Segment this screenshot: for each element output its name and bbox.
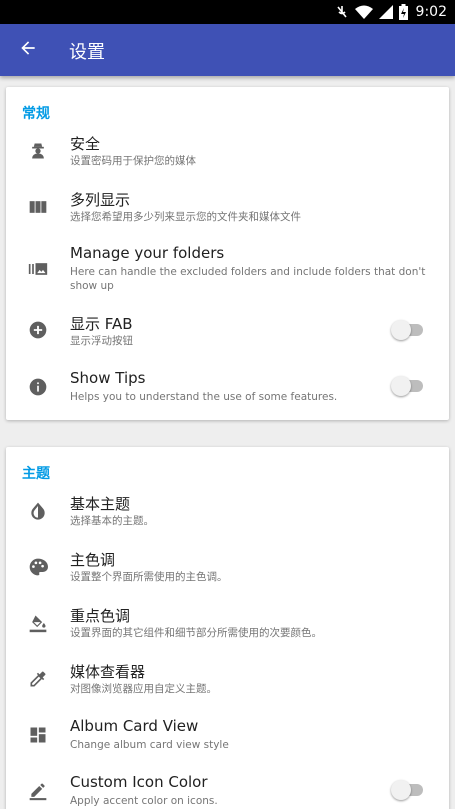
setting-title: 安全 xyxy=(70,135,101,153)
setting-title: Show Tips xyxy=(70,369,146,387)
wifi-icon xyxy=(354,5,373,19)
back-button[interactable] xyxy=(10,32,46,68)
setting-manage-folders[interactable]: Manage your folders Here can handle the … xyxy=(6,237,449,305)
setting-title: Manage your folders xyxy=(70,244,225,262)
setting-title: 显示 FAB xyxy=(70,315,133,333)
toggle-thumb xyxy=(391,320,411,340)
invert-colors-icon xyxy=(26,499,50,523)
setting-show-fab[interactable]: 显示 FAB 显示浮动按钮 xyxy=(6,305,449,361)
status-bar: 9:02 xyxy=(0,0,455,24)
setting-title: 重点色调 xyxy=(70,607,131,625)
setting-subtitle: 显示浮动按钮 xyxy=(70,335,133,347)
setting-title: 媒体查看器 xyxy=(70,663,146,681)
setting-security[interactable]: 安全 设置密码用于保护您的媒体 xyxy=(6,125,449,181)
setting-subtitle: Change album card view style xyxy=(70,739,229,751)
setting-multi-column[interactable]: 多列显示 选择您希望用多少列来显示您的文件夹和媒体文件 xyxy=(6,181,449,237)
setting-title: 主色调 xyxy=(70,551,116,569)
setting-title: Custom Icon Color xyxy=(70,773,208,791)
edit-pencil-icon xyxy=(26,779,50,803)
battery-icon xyxy=(398,4,408,20)
cell-signal-icon xyxy=(378,5,393,19)
toggle-thumb xyxy=(391,376,411,396)
palette-icon xyxy=(26,555,50,579)
setting-subtitle: Helps you to understand the use of some … xyxy=(70,391,338,403)
show-fab-toggle[interactable] xyxy=(391,320,427,340)
setting-subtitle: Apply accent color on icons. xyxy=(70,795,218,807)
setting-subtitle: 选择您希望用多少列来显示您的文件夹和媒体文件 xyxy=(70,211,301,223)
security-guard-icon xyxy=(26,139,50,163)
custom-icon-color-toggle[interactable] xyxy=(391,780,427,800)
theme-settings-card: 主题 基本主题 选择基本的主题。 主色调 设置整个界面所需使用的主色调。 重点色… xyxy=(6,447,449,809)
page-title: 设置 xyxy=(69,42,105,63)
setting-accent-color[interactable]: 重点色调 设置界面的其它组件和细节部分所需使用的次要颜色。 xyxy=(6,597,449,653)
dashboard-icon xyxy=(26,723,50,747)
arrow-back-icon xyxy=(18,38,38,62)
setting-subtitle: 选择基本的主题。 xyxy=(70,515,154,527)
setting-show-tips[interactable]: Show Tips Helps you to understand the us… xyxy=(6,361,449,417)
setting-title: Album Card View xyxy=(70,717,199,735)
app-bar: 设置 xyxy=(0,24,455,76)
format-color-fill-icon xyxy=(26,611,50,635)
view-columns-icon xyxy=(26,195,50,219)
setting-custom-icon-color[interactable]: Custom Icon Color Apply accent color on … xyxy=(6,765,449,809)
general-settings-card: 常规 安全 设置密码用于保护您的媒体 多列显示 选择您希望用多少列来显示您的文件… xyxy=(6,87,449,420)
setting-subtitle: 设置密码用于保护您的媒体 xyxy=(70,155,196,167)
folder-manage-icon xyxy=(26,257,50,281)
setting-primary-color[interactable]: 主色调 设置整个界面所需使用的主色调。 xyxy=(6,541,449,597)
setting-album-card-view[interactable]: Album Card View Change album card view s… xyxy=(6,709,449,765)
setting-base-theme[interactable]: 基本主题 选择基本的主题。 xyxy=(6,485,449,541)
info-icon xyxy=(26,375,50,399)
setting-media-viewer[interactable]: 媒体查看器 对图像浏览器应用自定义主题。 xyxy=(6,653,449,709)
section-title-theme: 主题 xyxy=(22,466,50,482)
toggle-thumb xyxy=(391,780,411,800)
show-tips-toggle[interactable] xyxy=(391,376,427,396)
setting-subtitle: Here can handle the excluded folders and… xyxy=(70,266,426,292)
status-icons: 9:02 xyxy=(335,2,447,22)
setting-title: 基本主题 xyxy=(70,495,131,513)
setting-subtitle: 对图像浏览器应用自定义主题。 xyxy=(70,683,217,695)
setting-subtitle: 设置整个界面所需使用的主色调。 xyxy=(70,571,228,583)
section-title-general: 常规 xyxy=(22,106,50,122)
mute-icon xyxy=(335,4,349,20)
eyedropper-icon xyxy=(26,667,50,691)
status-time: 9:02 xyxy=(415,4,447,20)
add-circle-icon xyxy=(26,318,50,342)
setting-subtitle: 设置界面的其它组件和细节部分所需使用的次要颜色。 xyxy=(70,627,322,639)
setting-title: 多列显示 xyxy=(70,191,131,209)
